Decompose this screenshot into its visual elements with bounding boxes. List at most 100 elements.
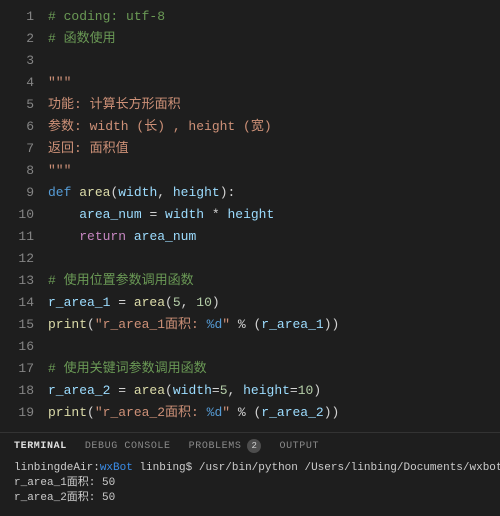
code-line[interactable] [48, 336, 500, 358]
code-editor[interactable]: 12345678910111213141516171819 # coding: … [0, 0, 500, 432]
code-line[interactable]: # coding: utf-8 [48, 6, 500, 28]
line-number: 7 [0, 138, 34, 160]
token-var: area_num [134, 229, 196, 244]
tab-output[interactable]: OUTPUT [279, 441, 319, 452]
token-func: area [79, 185, 110, 200]
terminal-prompt-user: linbing$ [133, 462, 199, 474]
code-line[interactable]: # 使用位置参数调用函数 [48, 270, 500, 292]
token-param: width [173, 383, 212, 398]
token-num: 10 [196, 295, 212, 310]
token-string: " [222, 405, 230, 420]
line-number: 11 [0, 226, 34, 248]
terminal-output[interactable]: linbingdeAir:wxBot linbing$ /usr/bin/pyt… [0, 459, 500, 514]
token-op: = [290, 383, 298, 398]
token-num: 10 [298, 383, 314, 398]
code-line[interactable]: print("r_area_1面积: %d" % (r_area_1)) [48, 314, 500, 336]
line-number: 1 [0, 6, 34, 28]
token-var: r_area_2 [261, 405, 323, 420]
line-number: 6 [0, 116, 34, 138]
token-punc: ( [87, 317, 95, 332]
token-punc: , [181, 295, 197, 310]
code-line[interactable]: # 使用关键词参数调用函数 [48, 358, 500, 380]
token-fmt: %d [207, 405, 223, 420]
code-line[interactable]: print("r_area_2面积: %d" % (r_area_2)) [48, 402, 500, 424]
code-line[interactable]: # 函数使用 [48, 28, 500, 50]
bottom-panel: TERMINAL DEBUG CONSOLE PROBLEMS 2 OUTPUT… [0, 432, 500, 514]
token-op: = [110, 383, 133, 398]
token-comment: # 使用关键词参数调用函数 [48, 361, 207, 376]
token-keyword: def [48, 185, 79, 200]
line-number: 15 [0, 314, 34, 336]
token-param: height [173, 185, 220, 200]
token-op: % [230, 317, 253, 332]
code-line[interactable]: """ [48, 160, 500, 182]
token-string: """ [48, 75, 71, 90]
code-line[interactable]: 参数: width (长) , height (宽) [48, 116, 500, 138]
token-string: "r_area_1面积: [95, 317, 207, 332]
token-punc: ( [165, 295, 173, 310]
token-var: r_area_1 [261, 317, 323, 332]
tab-problems[interactable]: PROBLEMS 2 [189, 439, 262, 453]
code-line[interactable]: 功能: 计算长方形面积 [48, 94, 500, 116]
terminal-prompt-dir: wxBot [100, 462, 133, 474]
line-number: 9 [0, 182, 34, 204]
line-number: 3 [0, 50, 34, 72]
token-func: print [48, 317, 87, 332]
token-op: * [204, 207, 227, 222]
line-number-gutter: 12345678910111213141516171819 [0, 0, 48, 432]
token-op: = [142, 207, 165, 222]
tab-debug-console[interactable]: DEBUG CONSOLE [85, 441, 171, 452]
token-keyword2: return [79, 229, 126, 244]
token-func: print [48, 405, 87, 420]
token-string: " [222, 317, 230, 332]
token-var: height [227, 207, 274, 222]
line-number: 13 [0, 270, 34, 292]
line-number: 19 [0, 402, 34, 424]
token-comment: # 使用位置参数调用函数 [48, 273, 194, 288]
code-line[interactable]: 返回: 面积值 [48, 138, 500, 160]
token-plain [48, 207, 79, 222]
terminal-line: r_area_2面积: 50 [14, 492, 115, 504]
token-op: = [110, 295, 133, 310]
line-number: 17 [0, 358, 34, 380]
token-punc: ( [87, 405, 95, 420]
token-string: 返回: 面积值 [48, 141, 129, 156]
token-var: width [165, 207, 204, 222]
token-punc: ( [165, 383, 173, 398]
code-line[interactable] [48, 248, 500, 270]
token-func: area [134, 295, 165, 310]
token-op: % [230, 405, 253, 420]
token-fmt: %d [207, 317, 223, 332]
code-line[interactable]: def area(width, height): [48, 182, 500, 204]
token-plain [126, 229, 134, 244]
terminal-prompt-host: linbingdeAir: [14, 462, 100, 474]
token-param: width [118, 185, 157, 200]
line-number: 10 [0, 204, 34, 226]
token-punc: ) [212, 295, 220, 310]
code-line[interactable]: """ [48, 72, 500, 94]
token-punc: , [157, 185, 173, 200]
line-number: 4 [0, 72, 34, 94]
code-area[interactable]: # coding: utf-8 # 函数使用 """ 功能: 计算长方形面积参数: w… [48, 0, 500, 432]
terminal-command: /usr/bin/python /Users/linbing/Documents… [199, 462, 500, 474]
code-line[interactable] [48, 50, 500, 72]
token-var: r_area_2 [48, 383, 110, 398]
tab-terminal[interactable]: TERMINAL [14, 441, 67, 452]
line-number: 2 [0, 28, 34, 50]
token-punc: )) [324, 317, 340, 332]
token-func: area [134, 383, 165, 398]
code-line[interactable]: area_num = width * height [48, 204, 500, 226]
token-var: r_area_1 [48, 295, 110, 310]
token-punc: ) [313, 383, 321, 398]
panel-tabs: TERMINAL DEBUG CONSOLE PROBLEMS 2 OUTPUT [0, 433, 500, 459]
tab-problems-label: PROBLEMS [189, 441, 242, 452]
token-comment: # coding: utf-8 [48, 9, 165, 24]
token-op: = [212, 383, 220, 398]
code-line[interactable]: r_area_2 = area(width=5, height=10) [48, 380, 500, 402]
code-line[interactable]: return area_num [48, 226, 500, 248]
token-num: 5 [220, 383, 228, 398]
token-param: height [243, 383, 290, 398]
problems-count-badge: 2 [247, 439, 261, 453]
line-number: 16 [0, 336, 34, 358]
code-line[interactable]: r_area_1 = area(5, 10) [48, 292, 500, 314]
